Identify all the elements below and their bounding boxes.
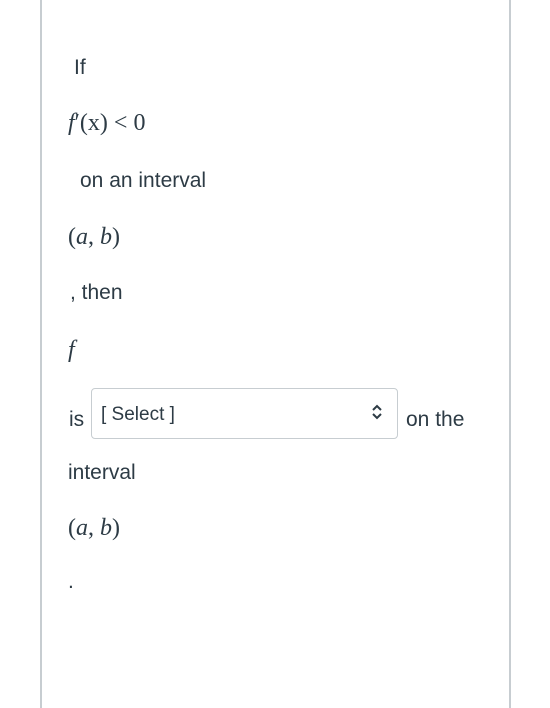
math-f: f xyxy=(68,110,75,136)
text-then: , then xyxy=(70,281,123,304)
question-panel xyxy=(40,0,511,708)
comma: , xyxy=(88,515,100,541)
paren-open: ( xyxy=(68,224,76,250)
text-is: is xyxy=(69,408,85,431)
text-on-the: on the xyxy=(406,408,465,431)
paren-close: ) xyxy=(112,224,120,250)
paren-close: ) xyxy=(112,515,120,541)
var-a: a xyxy=(76,515,88,541)
math-f: f xyxy=(68,337,75,363)
text-period: . xyxy=(68,570,74,593)
up-down-chevron-icon xyxy=(372,404,382,420)
math-condition: f′(x) < 0 xyxy=(68,110,145,137)
var-b: b xyxy=(100,515,112,541)
text-if: If xyxy=(74,56,86,79)
text-interval: interval xyxy=(68,461,136,484)
math-interval-1: (a, b) xyxy=(68,224,120,251)
answer-select[interactable]: [ Select ] xyxy=(91,388,398,439)
text-on-an-interval: on an interval xyxy=(80,169,207,192)
paren-open: ( xyxy=(68,515,76,541)
select-value: [ Select ] xyxy=(101,404,175,425)
math-interval-2: (a, b) xyxy=(68,515,120,542)
var-b: b xyxy=(100,224,112,250)
comma: , xyxy=(88,224,100,250)
var-a: a xyxy=(76,224,88,250)
math-rest: (x) < 0 xyxy=(79,110,146,136)
